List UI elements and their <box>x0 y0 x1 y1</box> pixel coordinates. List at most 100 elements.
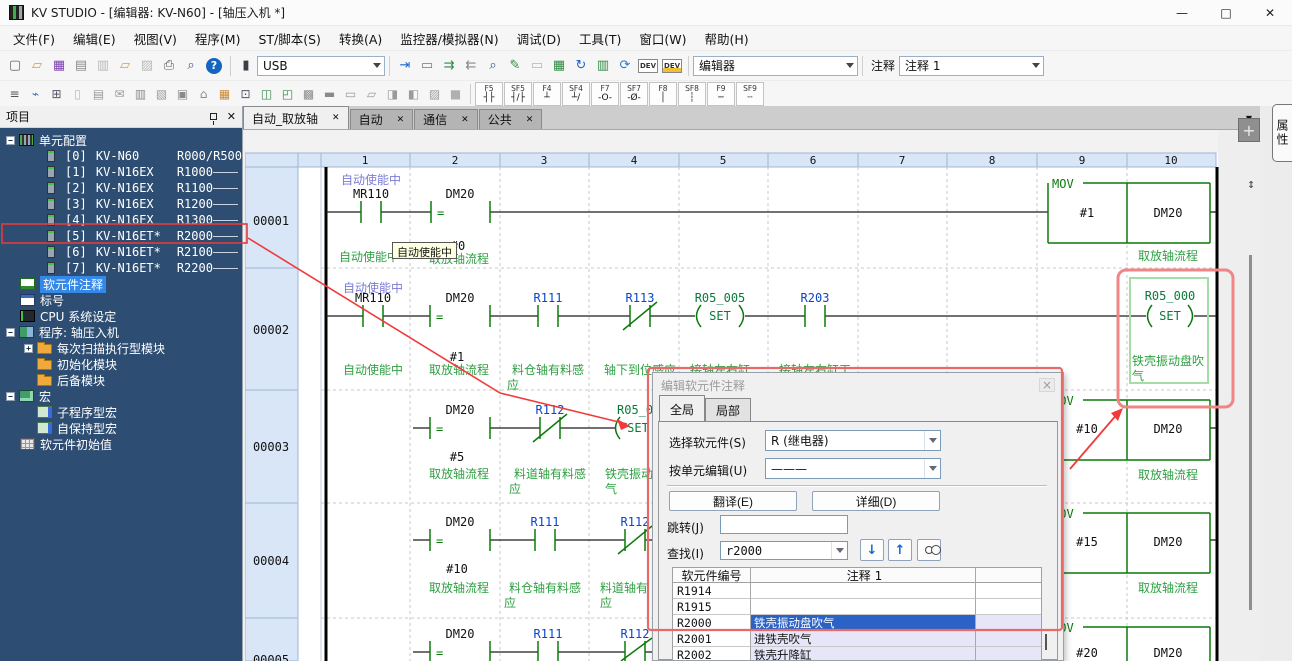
file-gray-icon[interactable] <box>67 85 88 103</box>
device-monitor-all-icon[interactable]: DEV <box>662 59 682 73</box>
panel-icon[interactable] <box>130 85 151 103</box>
numeric-icon[interactable] <box>235 85 256 103</box>
open-project-icon[interactable] <box>26 56 48 76</box>
transfer-to-plc-icon[interactable] <box>394 56 416 76</box>
fkey-hline-del[interactable]: SF9 <box>736 82 764 106</box>
tree-item-macro[interactable]: 宏 <box>0 388 242 404</box>
doc-list-icon[interactable] <box>88 85 109 103</box>
find-options-button[interactable] <box>917 539 941 561</box>
reload-monitor-icon[interactable] <box>614 56 636 76</box>
tree-item-init-module[interactable]: 初始化模块 <box>0 356 242 372</box>
tree-item-scan-module[interactable]: 每次扫描执行型模块 <box>0 340 242 356</box>
tree-item-device-initial[interactable]: 软元件初始值 <box>0 436 242 452</box>
save-icon[interactable] <box>48 56 70 76</box>
tab-auto-pickaxis[interactable]: 自动_取放轴 ✕ <box>243 106 349 129</box>
menu-tools[interactable]: 工具(T) <box>570 26 630 51</box>
tab-communication[interactable]: 通信 ✕ <box>414 109 478 129</box>
fkey-or-nc[interactable]: SF4 <box>562 82 590 106</box>
tab-close-icon[interactable]: ✕ <box>461 115 469 125</box>
device-monitor-icon[interactable]: DEV <box>638 59 658 73</box>
refresh-icon[interactable] <box>570 56 592 76</box>
unit-edit-combo[interactable]: ——— <box>765 458 941 479</box>
tree-item-unit-4[interactable]: [4] KV-N16EX R1300 <box>0 212 242 228</box>
tree-item-subroutine-macro[interactable]: 子程序型宏 <box>0 404 242 420</box>
stop-icon[interactable] <box>445 85 466 103</box>
menu-program[interactable]: 程序(M) <box>186 26 250 51</box>
menu-convert[interactable]: 转换(A) <box>330 26 391 51</box>
unit-editor-icon[interactable] <box>214 85 235 103</box>
save-as-icon[interactable] <box>70 56 92 76</box>
collapse-icon[interactable] <box>6 136 15 145</box>
unit-monitor-icon[interactable] <box>277 85 298 103</box>
monitor-read-icon[interactable] <box>460 56 482 76</box>
collapse-icon[interactable] <box>6 392 15 401</box>
dialog-close-icon[interactable]: × <box>1039 378 1055 392</box>
dialog-tab-local[interactable]: 局部 <box>705 398 751 421</box>
ps-icon[interactable] <box>340 85 361 103</box>
fkey-coil[interactable]: F7 <box>591 82 619 106</box>
edit-comment-icon[interactable] <box>504 56 526 76</box>
ccl-icon[interactable] <box>403 85 424 103</box>
table-row[interactable]: R1915 <box>673 599 1041 615</box>
comment-set-select[interactable]: 注释 1 <box>899 56 1044 76</box>
monitor-window-icon[interactable] <box>592 56 614 76</box>
pin-icon[interactable] <box>210 113 217 120</box>
properties-side-tab[interactable]: 属性 <box>1272 104 1292 162</box>
import-icon[interactable] <box>92 56 114 76</box>
print-preview-icon[interactable] <box>180 56 202 76</box>
io-monitor-icon[interactable] <box>256 85 277 103</box>
collapse-icon[interactable] <box>6 328 15 337</box>
mail-icon[interactable] <box>109 85 130 103</box>
tree-item-unit-7[interactable]: [7] KV-N16ET* R2200 <box>0 260 242 276</box>
add-view-button[interactable]: + <box>1238 118 1260 142</box>
ladder-vscroll-track[interactable] <box>1218 130 1260 661</box>
tab-close-icon[interactable]: ✕ <box>332 113 340 123</box>
menu-view[interactable]: 视图(V) <box>125 26 186 51</box>
tree-item-unit-0[interactable]: [0] KV-N60 R000/R500 <box>0 148 242 164</box>
init-grid-icon[interactable] <box>46 85 67 103</box>
table-row-selected[interactable]: R2000 铁壳振动盘吹气 <box>673 615 1041 631</box>
tab-common[interactable]: 公共 ✕ <box>479 109 543 129</box>
fkey-hline[interactable]: F9 <box>707 82 735 106</box>
dialog-titlebar[interactable]: 编辑软元件注释 × <box>653 373 1063 397</box>
select-device-combo[interactable]: R (继电器) <box>765 430 941 451</box>
monitor-grid-icon[interactable] <box>548 56 570 76</box>
splitter-icon[interactable]: ↕ <box>1247 177 1255 192</box>
chevron-down-icon[interactable] <box>370 57 384 75</box>
jump-input[interactable] <box>720 515 848 534</box>
chevron-down-icon[interactable] <box>924 431 940 450</box>
chevron-down-icon[interactable] <box>924 459 940 478</box>
tree-item-unit-6[interactable]: [6] KV-N16ET* R2100 <box>0 244 242 260</box>
copy-module-icon[interactable] <box>151 85 172 103</box>
minimize-button[interactable]: — <box>1160 0 1204 25</box>
tab-auto[interactable]: 自动 ✕ <box>350 109 414 129</box>
tab-close-icon[interactable]: ✕ <box>397 115 405 125</box>
fkey-vline-del[interactable]: SF8 <box>678 82 706 106</box>
menu-window[interactable]: 窗口(W) <box>630 26 695 51</box>
connection-select[interactable]: USB <box>257 56 385 76</box>
tree-item-unit-3[interactable]: [3] KV-N16EX R1200 <box>0 196 242 212</box>
table-row[interactable]: R2001 进铁壳吹气 <box>673 631 1041 647</box>
network-icon[interactable] <box>193 85 214 103</box>
export-icon[interactable] <box>114 56 136 76</box>
tree-item-cpu-settings[interactable]: CPU 系统设定 <box>0 308 242 324</box>
tree-item-selfhold-macro[interactable]: 自保持型宏 <box>0 420 242 436</box>
find-next-button[interactable]: ↓ <box>860 539 884 561</box>
menu-debug[interactable]: 调试(D) <box>508 26 570 51</box>
table-row[interactable]: R1914 <box>673 583 1041 599</box>
copy-icon[interactable] <box>361 85 382 103</box>
find-combo[interactable]: r2000 <box>720 541 848 560</box>
tree-item-unit-5[interactable]: [5] KV-N16ET* R2000 <box>0 228 242 244</box>
ladder-vscroll-thumb[interactable] <box>1249 255 1252 610</box>
tree-item-device-comment[interactable]: 软元件注释 <box>0 276 242 292</box>
tab-close-icon[interactable]: ✕ <box>526 115 534 125</box>
tree-item-unit-2[interactable]: [2] KV-N16EX R1100 <box>0 180 242 196</box>
find-prev-button[interactable]: ↑ <box>888 539 912 561</box>
menu-monitor-simulator[interactable]: 监控器/模拟器(N) <box>391 26 507 51</box>
simulator-icon[interactable] <box>526 56 548 76</box>
new-file-icon[interactable] <box>4 56 26 76</box>
fkey-contact-no[interactable]: F5 <box>475 82 503 106</box>
detail-button[interactable]: 详细(D) <box>812 491 940 511</box>
menu-edit[interactable]: 编辑(E) <box>64 26 125 51</box>
fkey-coil-nc[interactable]: SF7 <box>620 82 648 106</box>
